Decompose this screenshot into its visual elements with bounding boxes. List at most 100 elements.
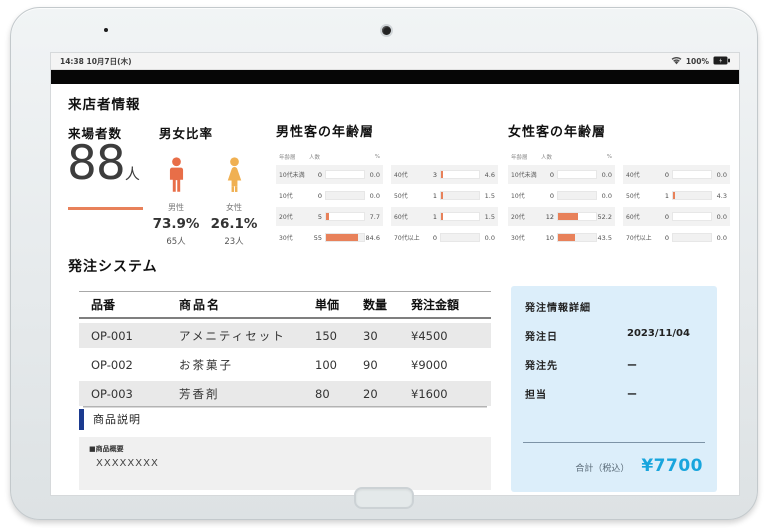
app-header-bar [51, 70, 739, 84]
chart-row: 40代00.0 [623, 165, 730, 184]
bar-track [672, 212, 712, 221]
order-total-label: 合計（税込） [575, 461, 629, 474]
table-cell: OP-003 [79, 387, 169, 401]
bar-fill [558, 234, 575, 241]
female-ratio-block: 女性 26.1% 23人 [205, 157, 263, 247]
bar-track [557, 191, 597, 200]
count-value: 12 [541, 213, 554, 221]
bar-track [440, 233, 480, 242]
bar-track [325, 170, 365, 179]
pct-value: 4.6 [480, 171, 495, 179]
count-value: 0 [656, 234, 669, 242]
order-table-row[interactable]: OP-001アメニティセット15030¥4500 [79, 323, 491, 348]
chart-row: 10代未満00.0 [508, 165, 615, 184]
chart-header-row: 年齢層 人数 % [508, 151, 615, 163]
column-header: 数量 [357, 296, 405, 313]
column-header: 品番 [79, 296, 169, 313]
home-button[interactable] [354, 487, 414, 509]
table-cell: 芳香剤 [169, 386, 309, 402]
status-datetime: 14:38 10月7日(木) [60, 56, 132, 67]
table-cell: OP-002 [79, 358, 169, 372]
pct-value: 52.2 [597, 213, 612, 221]
chart-right-column: 40代34.650代11.560代11.570代以上00.0 [391, 151, 498, 249]
pct-value: 84.6 [365, 234, 380, 242]
order-detail-fields: 発注日2023/11/04発注先ー担当ー [525, 328, 703, 401]
count-value: 55 [309, 234, 322, 242]
chart-row: 40代34.6 [391, 165, 498, 184]
chart-row: 30代10 43.5 [508, 228, 615, 247]
age-group-label: 10代 [511, 191, 541, 200]
male-count: 65人 [147, 235, 205, 247]
age-group-label: 20代 [511, 212, 541, 221]
visitor-count-underline [68, 207, 143, 210]
chart-row: 10代00.0 [276, 186, 383, 205]
bar-track [440, 191, 480, 200]
bar-fill [558, 213, 578, 220]
count-value: 1 [424, 192, 437, 200]
count-value: 0 [656, 171, 669, 179]
order-detail-panel: 発注情報詳細 発注日2023/11/04発注先ー担当ー 合計（税込） ¥7700 [511, 286, 717, 492]
bar-track [557, 170, 597, 179]
table-cell: OP-001 [79, 329, 169, 343]
order-total-row: 合計（税込） ¥7700 [523, 456, 703, 476]
chart-row: 30代55 84.6 [276, 228, 383, 247]
age-group-label: 60代 [394, 212, 424, 221]
order-section-title: 発注システム [68, 256, 158, 276]
count-value: 1 [656, 192, 669, 200]
pct-col-header: % [557, 154, 612, 160]
bar-track [440, 212, 480, 221]
chart-right-column: 40代00.050代14.360代00.070代以上00.0 [623, 151, 730, 249]
table-cell: ¥9000 [405, 358, 491, 372]
order-detail-divider [523, 442, 705, 443]
pct-value: 7.7 [365, 213, 380, 221]
chart-row: 60代1 1.5 [391, 207, 498, 226]
detail-field-label: 発注先 [525, 357, 627, 372]
tablet-body: 14:38 10月7日(木) 100% 来店者情報 来場者数 男女比率 88人 … [10, 7, 758, 520]
bar-track [672, 191, 712, 200]
bar-fill [326, 213, 329, 220]
table-cell: ¥4500 [405, 329, 491, 343]
visitor-section-title: 来店者情報 [68, 93, 141, 113]
column-header: 単価 [309, 296, 357, 313]
count-value: 0 [309, 171, 322, 179]
pct-value: 43.5 [597, 234, 612, 242]
bar-track [557, 233, 597, 242]
age-group-label: 30代 [279, 233, 309, 242]
age-group-label: 10代未満 [279, 170, 309, 179]
female-percent: 26.1% [205, 216, 263, 232]
age-group-label: 10代 [279, 191, 309, 200]
pct-value: 1.5 [480, 213, 495, 221]
age-group-label: 50代 [626, 191, 656, 200]
detail-field-value: ー [627, 386, 637, 401]
age-col-header: 年齢層 [279, 153, 309, 161]
age-group-label: 60代 [626, 212, 656, 221]
age-group-label: 40代 [626, 170, 656, 179]
age-group-label: 10代未満 [511, 170, 541, 179]
count-value: 5 [309, 213, 322, 221]
order-table-row[interactable]: OP-003芳香剤8020¥1600 [79, 381, 491, 406]
count-value: 10 [541, 234, 554, 242]
bar-fill [326, 234, 358, 241]
detail-field-value: ー [627, 357, 637, 372]
detail-field-row: 発注日2023/11/04 [525, 328, 703, 343]
order-total-value: ¥7700 [641, 456, 703, 476]
chart-row: 20代12 52.2 [508, 207, 615, 226]
bar-track [325, 233, 365, 242]
table-cell: 30 [357, 329, 405, 343]
count-value: 1 [424, 213, 437, 221]
pct-value: 0.0 [365, 171, 380, 179]
product-overview-heading: ■商品概要 [89, 444, 481, 454]
age-group-label: 70代以上 [394, 233, 424, 242]
chart-left-column: 年齢層 人数 % 10代未満00.010代00.020代57.730代5584.… [276, 151, 383, 249]
pct-value: 0.0 [712, 213, 727, 221]
age-group-label: 30代 [511, 233, 541, 242]
bar-track [325, 212, 365, 221]
chart-row: 50代11.5 [391, 186, 498, 205]
column-header: 商品名 [169, 296, 309, 313]
age-col-header: 年齢層 [511, 153, 541, 161]
front-camera [382, 26, 391, 35]
age-group-label: 70代以上 [626, 233, 656, 242]
count-value: 0 [309, 192, 322, 200]
order-table-row[interactable]: OP-002お茶菓子10090¥9000 [79, 352, 491, 377]
pct-value: 0.0 [597, 171, 612, 179]
